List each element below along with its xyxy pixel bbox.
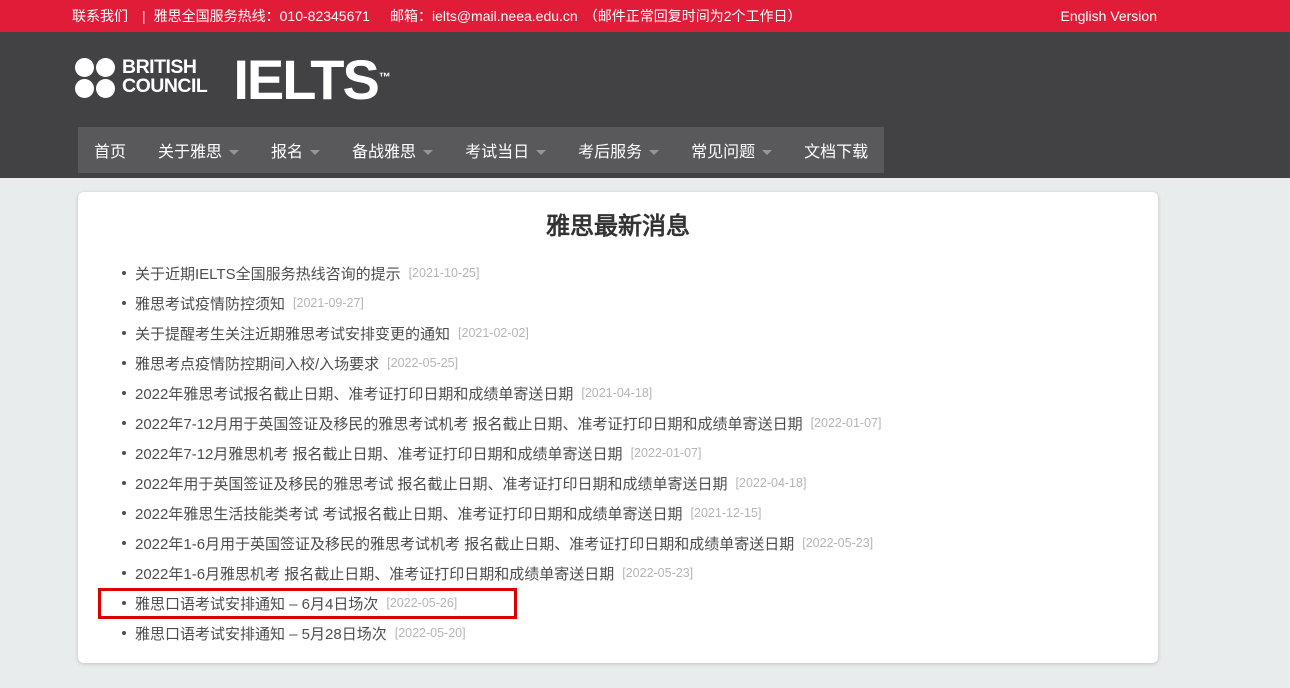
nav-item-home[interactable]: 首页	[78, 127, 142, 173]
news-item: 2022年雅思考试报名截止日期、准考证打印日期和成绩单寄送日期 [2021-04…	[122, 378, 1158, 408]
news-list: 关于近期IELTS全国服务热线咨询的提示 [2021-10-25] 雅思考试疫情…	[78, 258, 1158, 648]
news-date: [2022-01-07]	[810, 416, 882, 430]
ielts-wordmark: IELTS™	[233, 48, 391, 111]
contact-link[interactable]: 联系我们	[72, 6, 128, 26]
main-nav: 首页 关于雅思 报名 备战雅思 考试当日 考后服务 常见问题 文档下载	[78, 127, 885, 173]
news-link[interactable]: 2022年雅思考试报名截止日期、准考证打印日期和成绩单寄送日期	[135, 383, 573, 404]
news-date: [2021-02-02]	[458, 326, 529, 340]
email-text: 邮箱：ielts@mail.neea.edu.cn	[389, 8, 578, 24]
news-date: [2022-05-23]	[622, 566, 694, 580]
news-date: [2022-05-26]	[386, 596, 458, 610]
news-date: [2021-09-27]	[293, 296, 364, 310]
news-link[interactable]: 2022年1-6月雅思机考 报名截止日期、准考证打印日期和成绩单寄送日期	[135, 563, 614, 584]
page-background: 雅思最新消息 关于近期IELTS全国服务热线咨询的提示 [2021-10-25]…	[0, 178, 1290, 663]
british-council-wordmark: BRITISH COUNCIL	[122, 56, 208, 97]
chevron-down-icon	[649, 149, 660, 155]
bullet-icon	[122, 391, 126, 395]
nav-item-faq[interactable]: 常见问题	[675, 127, 788, 173]
topbar: 联系我们 | 雅思全国服务热线：010-82345671 邮箱：ielts@ma…	[0, 0, 1290, 32]
bullet-icon	[122, 541, 126, 545]
chevron-down-icon	[762, 149, 773, 155]
bullet-icon	[122, 421, 126, 425]
news-item: 2022年1-6月用于英国签证及移民的雅思考试机考 报名截止日期、准考证打印日期…	[122, 528, 1158, 558]
hotline-text: 雅思全国服务热线：010-82345671	[153, 8, 370, 24]
news-link[interactable]: 雅思口语考试安排通知 – 6月4日场次	[135, 593, 378, 614]
news-date: [2022-04-18]	[735, 476, 807, 490]
site-header: BRITISH COUNCIL IELTS™ 首页 关于雅思 报名 备战雅思 考…	[0, 32, 1290, 178]
nav-item-prepare[interactable]: 备战雅思	[336, 127, 449, 173]
nav-item-after-test[interactable]: 考后服务	[562, 127, 675, 173]
news-link[interactable]: 2022年1-6月用于英国签证及移民的雅思考试机考 报名截止日期、准考证打印日期…	[135, 533, 794, 554]
trademark-symbol: ™	[378, 70, 391, 84]
news-card: 雅思最新消息 关于近期IELTS全国服务热线咨询的提示 [2021-10-25]…	[78, 192, 1158, 663]
news-item: 2022年用于英国签证及移民的雅思考试 报名截止日期、准考证打印日期和成绩单寄送…	[122, 468, 1158, 498]
bullet-icon	[122, 511, 126, 515]
british-council-ielts-logo[interactable]: BRITISH COUNCIL IELTS™	[75, 48, 391, 111]
news-item: 雅思考点疫情防控期间入校/入场要求 [2022-05-25]	[122, 348, 1158, 378]
british-council-dots-icon	[75, 58, 115, 98]
reply-note: （邮件正常回复时间为2个工作日）	[583, 8, 802, 24]
bullet-icon	[122, 271, 126, 275]
topbar-divider: |	[142, 8, 146, 24]
news-item: 2022年7-12月用于英国签证及移民的雅思考试机考 报名截止日期、准考证打印日…	[122, 408, 1158, 438]
news-link[interactable]: 关于提醒考生关注近期雅思考试安排变更的通知	[135, 323, 450, 344]
news-link[interactable]: 雅思考试疫情防控须知	[135, 293, 285, 314]
bullet-icon	[122, 571, 126, 575]
bullet-icon	[122, 601, 126, 605]
news-item-highlighted: 雅思口语考试安排通知 – 6月4日场次 [2022-05-26]	[98, 588, 1158, 619]
news-date: [2022-05-23]	[802, 536, 874, 550]
news-item: 2022年雅思生活技能类考试 考试报名截止日期、准考证打印日期和成绩单寄送日期 …	[122, 498, 1158, 528]
nav-item-test-day[interactable]: 考试当日	[449, 127, 562, 173]
bullet-icon	[122, 301, 126, 305]
news-link[interactable]: 雅思考点疫情防控期间入校/入场要求	[135, 353, 379, 374]
news-item: 关于提醒考生关注近期雅思考试安排变更的通知 [2021-02-02]	[122, 318, 1158, 348]
news-date: [2022-05-20]	[394, 626, 466, 640]
news-item: 雅思口语考试安排通知 – 5月28日场次 [2022-05-20]	[122, 618, 1158, 648]
news-date: [2021-10-25]	[408, 266, 480, 280]
bullet-icon	[122, 451, 126, 455]
news-date: [2022-01-07]	[630, 446, 702, 460]
news-date: [2022-05-25]	[387, 356, 459, 370]
bullet-icon	[122, 331, 126, 335]
news-item: 2022年1-6月雅思机考 报名截止日期、准考证打印日期和成绩单寄送日期 [20…	[122, 558, 1158, 588]
news-link[interactable]: 关于近期IELTS全国服务热线咨询的提示	[135, 263, 401, 284]
bullet-icon	[122, 361, 126, 365]
chevron-down-icon	[423, 149, 434, 155]
news-item: 雅思考试疫情防控须知 [2021-09-27]	[122, 288, 1158, 318]
nav-item-downloads[interactable]: 文档下载	[788, 127, 884, 173]
bullet-icon	[122, 481, 126, 485]
news-link[interactable]: 2022年7-12月雅思机考 报名截止日期、准考证打印日期和成绩单寄送日期	[135, 443, 623, 464]
news-item: 关于近期IELTS全国服务热线咨询的提示 [2021-10-25]	[122, 258, 1158, 288]
english-version-link[interactable]: English Version	[1060, 8, 1157, 24]
nav-item-register[interactable]: 报名	[255, 127, 336, 173]
news-link[interactable]: 2022年雅思生活技能类考试 考试报名截止日期、准考证打印日期和成绩单寄送日期	[135, 503, 683, 524]
news-date: [2021-12-15]	[690, 506, 762, 520]
chevron-down-icon	[229, 149, 240, 155]
news-date: [2021-04-18]	[581, 386, 653, 400]
chevron-down-icon	[536, 149, 547, 155]
bullet-icon	[122, 631, 126, 635]
news-link[interactable]: 2022年用于英国签证及移民的雅思考试 报名截止日期、准考证打印日期和成绩单寄送…	[135, 473, 728, 494]
news-item: 2022年7-12月雅思机考 报名截止日期、准考证打印日期和成绩单寄送日期 [2…	[122, 438, 1158, 468]
news-link[interactable]: 2022年7-12月用于英国签证及移民的雅思考试机考 报名截止日期、准考证打印日…	[135, 413, 803, 434]
page-title: 雅思最新消息	[546, 213, 690, 240]
chevron-down-icon	[310, 149, 321, 155]
news-link[interactable]: 雅思口语考试安排通知 – 5月28日场次	[135, 623, 387, 644]
nav-item-about-ielts[interactable]: 关于雅思	[142, 127, 255, 173]
